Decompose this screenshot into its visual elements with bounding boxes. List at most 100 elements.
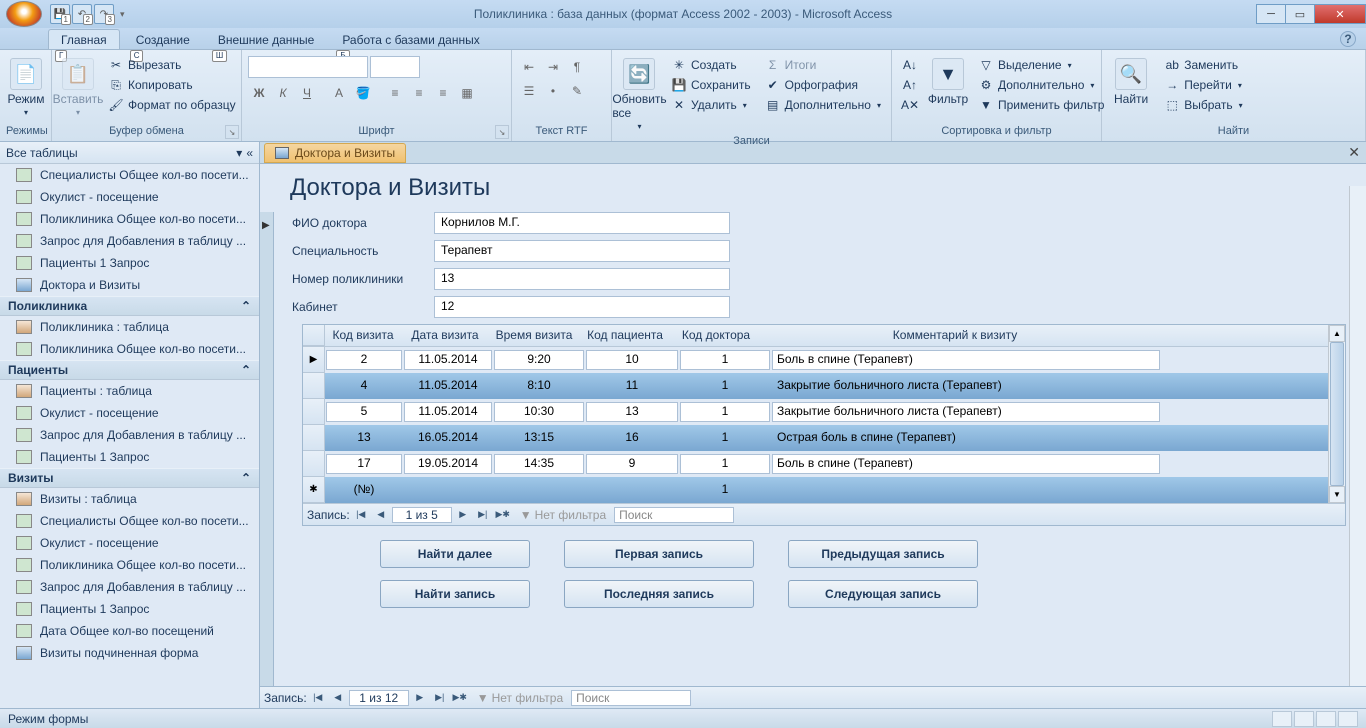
nav-next-icon[interactable]: ▶ — [411, 690, 429, 706]
cell-comment[interactable]: Закрытие больничного листа (Терапевт) — [772, 402, 1160, 422]
nav-item[interactable]: Запрос для Добавления в таблицу ... — [0, 230, 259, 252]
cell-date[interactable]: 11.05.2014 — [404, 376, 492, 396]
close-button[interactable]: ✕ — [1314, 4, 1366, 24]
nav-category[interactable]: Визиты⌃ — [0, 468, 259, 488]
nav-item[interactable]: Запрос для Добавления в таблицу ... — [0, 424, 259, 446]
align-left-button[interactable]: ≡ — [384, 82, 406, 104]
row-selector[interactable] — [303, 399, 325, 425]
tab-create[interactable]: СозданиеС — [124, 30, 202, 49]
cell-doctor[interactable]: 1 — [680, 454, 770, 474]
clipboard-launcher-icon[interactable]: ↘ — [225, 125, 239, 139]
cell-patient[interactable]: 9 — [586, 454, 678, 474]
nav-item[interactable]: Поликлиника Общее кол-во посети... — [0, 208, 259, 230]
nav-item[interactable]: Окулист - посещение — [0, 532, 259, 554]
refresh-all-button[interactable]: 🔄Обновить все▾ — [618, 56, 661, 133]
copy-button[interactable]: ⎘Копировать — [104, 76, 240, 94]
tab-external-data[interactable]: Внешние данныеШ — [206, 30, 327, 49]
underline-button[interactable]: Ч — [296, 82, 318, 104]
gridlines-button[interactable]: ▦ — [456, 82, 478, 104]
last-record-button[interactable]: Последняя запись — [564, 580, 754, 608]
nav-collapse-icon[interactable]: « — [246, 146, 253, 160]
nav-search-box[interactable]: Поиск — [571, 690, 691, 706]
datasheet-view-button[interactable] — [1294, 711, 1314, 727]
help-icon[interactable]: ? — [1340, 31, 1356, 47]
view-button[interactable]: 📄Режим▾ — [6, 56, 46, 119]
layout-view-button[interactable] — [1316, 711, 1336, 727]
nav-header[interactable]: Все таблицы ▾« — [0, 142, 259, 164]
nav-position[interactable]: 1 из 5 — [392, 507, 452, 523]
selection-filter-button[interactable]: ▽Выделение▾ — [974, 56, 1108, 74]
design-view-button[interactable] — [1338, 711, 1358, 727]
filter-button[interactable]: ▼Фильтр — [928, 56, 968, 108]
nav-prev-icon[interactable]: ◀ — [329, 690, 347, 706]
cell-date[interactable]: 19.05.2014 — [404, 454, 492, 474]
more-records-button[interactable]: ▤Дополнительно▾ — [761, 96, 885, 114]
table-row[interactable]: 1316.05.201413:15161Острая боль в спине … — [303, 425, 1345, 451]
find-button[interactable]: 🔍Найти — [1108, 56, 1154, 108]
qat-redo-icon[interactable]: ↷3 — [94, 4, 114, 24]
format-painter-button[interactable]: 🖌Формат по образцу — [104, 96, 240, 114]
table-row[interactable]: ▶211.05.20149:20101Боль в спине (Терапев… — [303, 347, 1345, 373]
first-record-button[interactable]: Первая запись — [564, 540, 754, 568]
cell-date[interactable]: 16.05.2014 — [404, 428, 492, 448]
nav-item[interactable]: Пациенты 1 Запрос — [0, 252, 259, 274]
col-header-comment[interactable]: Комментарий к визиту — [761, 325, 1149, 346]
table-row[interactable]: 511.05.201410:30131Закрытие больничного … — [303, 399, 1345, 425]
nav-item[interactable]: Окулист - посещение — [0, 402, 259, 424]
form-view-button[interactable] — [1272, 711, 1292, 727]
toggle-filter-button[interactable]: ▼Применить фильтр — [974, 96, 1108, 114]
tab-database-tools[interactable]: Работа с базами данныхБ — [330, 30, 491, 49]
col-header-code[interactable]: Код визита — [325, 325, 401, 346]
cell-time[interactable]: 8:10 — [494, 376, 584, 396]
form-scrollbar[interactable] — [1349, 186, 1366, 686]
cell-date[interactable]: 11.05.2014 — [404, 350, 492, 370]
font-size-combo[interactable] — [370, 56, 420, 78]
cell-code[interactable]: 5 — [326, 402, 402, 422]
nav-item[interactable]: Окулист - посещение — [0, 186, 259, 208]
bullets-button[interactable]: • — [542, 80, 564, 102]
col-header-time[interactable]: Время визита — [489, 325, 579, 346]
new-record-button[interactable]: ✳Создать — [667, 56, 755, 74]
italic-button[interactable]: К — [272, 82, 294, 104]
document-tab[interactable]: Доктора и Визиты — [264, 143, 406, 163]
next-record-button[interactable]: Следующая запись — [788, 580, 978, 608]
record-selector[interactable]: ▶ — [260, 212, 274, 686]
row-selector[interactable] — [303, 451, 325, 477]
nav-item[interactable]: Специалисты Общее кол-во посети... — [0, 510, 259, 532]
numbering-button[interactable]: ☰ — [518, 80, 540, 102]
cell-time[interactable]: 9:20 — [494, 350, 584, 370]
cell-time[interactable]: 14:35 — [494, 454, 584, 474]
cell-patient[interactable]: 16 — [586, 428, 678, 448]
find-record-button[interactable]: Найти запись — [380, 580, 530, 608]
scroll-down-icon[interactable]: ▼ — [1329, 486, 1345, 503]
field-value-fio[interactable]: Корнилов М.Г. — [434, 212, 730, 234]
totals-button[interactable]: ΣИтоги — [761, 56, 885, 74]
document-close-icon[interactable]: ✕ — [1348, 144, 1360, 161]
nav-item[interactable]: Запрос для Добавления в таблицу ... — [0, 576, 259, 598]
spelling-button[interactable]: ✔Орфография — [761, 76, 885, 94]
bold-button[interactable]: Ж — [248, 82, 270, 104]
scroll-thumb[interactable] — [1330, 342, 1344, 486]
nav-category[interactable]: Поликлиника⌃ — [0, 296, 259, 316]
cell-comment[interactable]: Острая боль в спине (Терапевт) — [772, 428, 1160, 448]
cell-doctor[interactable]: 1 — [680, 350, 770, 370]
scroll-up-icon[interactable]: ▲ — [1329, 325, 1345, 342]
nav-item[interactable]: Пациенты 1 Запрос — [0, 446, 259, 468]
goto-button[interactable]: →Перейти▾ — [1160, 76, 1246, 94]
cell-patient[interactable]: 10 — [586, 350, 678, 370]
nav-new-icon[interactable]: ▶✱ — [494, 507, 512, 523]
cell-code[interactable]: 2 — [326, 350, 402, 370]
replace-button[interactable]: abЗаменить — [1160, 56, 1246, 74]
highlight-button[interactable]: ✎ — [566, 80, 588, 102]
qat-save-icon[interactable]: 💾1 — [50, 4, 70, 24]
sort-desc-button[interactable]: A↑ — [898, 76, 922, 94]
field-value-poly[interactable]: 13 — [434, 268, 730, 290]
align-center-button[interactable]: ≡ — [408, 82, 430, 104]
select-button[interactable]: ⬚Выбрать▾ — [1160, 96, 1246, 114]
sort-asc-button[interactable]: A↓ — [898, 56, 922, 74]
subform-scrollbar[interactable]: ▲ ▼ — [1328, 325, 1345, 503]
col-header-doctor[interactable]: Код доктора — [671, 325, 761, 346]
table-row[interactable]: 1719.05.201414:3591Боль в спине (Терапев… — [303, 451, 1345, 477]
nav-last-icon[interactable]: ▶| — [431, 690, 449, 706]
find-next-button[interactable]: Найти далее — [380, 540, 530, 568]
